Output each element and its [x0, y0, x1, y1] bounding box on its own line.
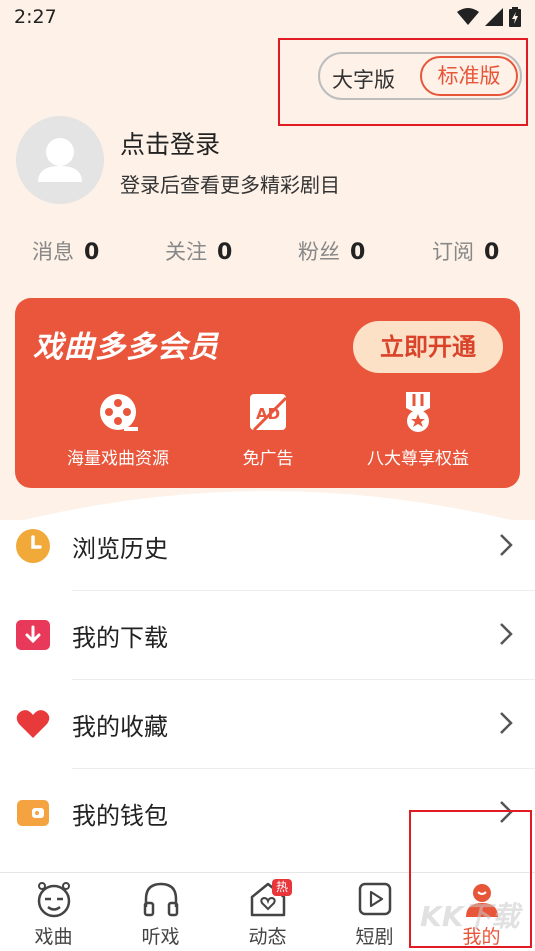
chevron-right-icon	[500, 534, 513, 556]
medal-icon	[406, 392, 430, 432]
avatar[interactable]	[16, 116, 104, 204]
highlight-box-version	[278, 38, 528, 126]
play-square-icon	[358, 882, 392, 916]
signal-icon	[485, 8, 503, 26]
perk-privileges[interactable]: 八大尊享权益	[338, 390, 498, 469]
hot-badge: 热	[272, 879, 292, 896]
headphones-icon	[143, 882, 179, 917]
perk-no-ads[interactable]: AD 免广告	[188, 390, 348, 469]
menu-label: 我的钱包	[72, 802, 168, 830]
nav-tab-listen[interactable]: 听戏	[107, 873, 214, 951]
heart-icon	[16, 710, 50, 738]
stats-row: 消息 0 关注 0 粉丝 0 订阅 0	[0, 236, 535, 270]
status-bar: 2:27	[0, 0, 535, 36]
login-link[interactable]: 点击登录	[120, 125, 220, 161]
chevron-right-icon	[500, 712, 513, 734]
nav-label: 动态	[248, 926, 287, 948]
menu-item-favorites[interactable]: 我的收藏	[0, 680, 535, 769]
battery-icon	[509, 7, 521, 27]
menu-item-history[interactable]: 浏览历史	[0, 502, 535, 591]
stat-messages[interactable]: 消息 0	[32, 236, 99, 266]
menu-label: 浏览历史	[72, 535, 168, 563]
stat-followers[interactable]: 粉丝 0	[298, 236, 365, 266]
download-icon	[16, 620, 50, 650]
login-hint: 登录后查看更多精彩剧目	[120, 173, 340, 197]
default-avatar-icon	[38, 138, 82, 182]
status-time: 2:27	[14, 6, 57, 28]
film-reel-icon	[100, 394, 138, 431]
status-icons	[457, 7, 521, 27]
stat-label: 粉丝	[298, 240, 340, 264]
no-ad-icon: AD	[250, 394, 288, 432]
perk-resources[interactable]: 海量戏曲资源	[38, 390, 198, 469]
watermark: KK下载	[420, 900, 520, 933]
stat-value: 0	[84, 240, 100, 265]
nav-label: 听戏	[141, 926, 180, 948]
stat-following[interactable]: 关注 0	[165, 236, 232, 266]
nav-label: 戏曲	[34, 926, 73, 948]
stat-subscriptions[interactable]: 订阅 0	[432, 236, 499, 266]
wifi-icon	[457, 8, 479, 25]
nav-tab-feed[interactable]: 热 动态	[214, 873, 321, 951]
stat-value: 0	[350, 240, 366, 265]
menu-label: 我的下载	[72, 624, 168, 652]
stat-label: 关注	[165, 240, 207, 264]
menu-label: 我的收藏	[72, 713, 168, 741]
stat-label: 消息	[32, 240, 74, 264]
clock-icon	[16, 529, 50, 563]
chevron-right-icon	[500, 623, 513, 645]
stat-label: 订阅	[432, 240, 474, 264]
vip-card[interactable]: 戏曲多多会员 立即开通 海量戏曲资源 AD 免广告 八大尊享权益	[15, 298, 520, 488]
vip-activate-button[interactable]: 立即开通	[353, 321, 503, 373]
wallet-icon	[17, 800, 49, 826]
stat-value: 0	[217, 240, 233, 265]
vip-title: 戏曲多多会员	[33, 330, 219, 365]
menu-item-downloads[interactable]: 我的下载	[0, 591, 535, 680]
stat-value: 0	[484, 240, 500, 265]
opera-mask-icon	[37, 882, 71, 918]
nav-tab-opera[interactable]: 戏曲	[0, 873, 107, 951]
